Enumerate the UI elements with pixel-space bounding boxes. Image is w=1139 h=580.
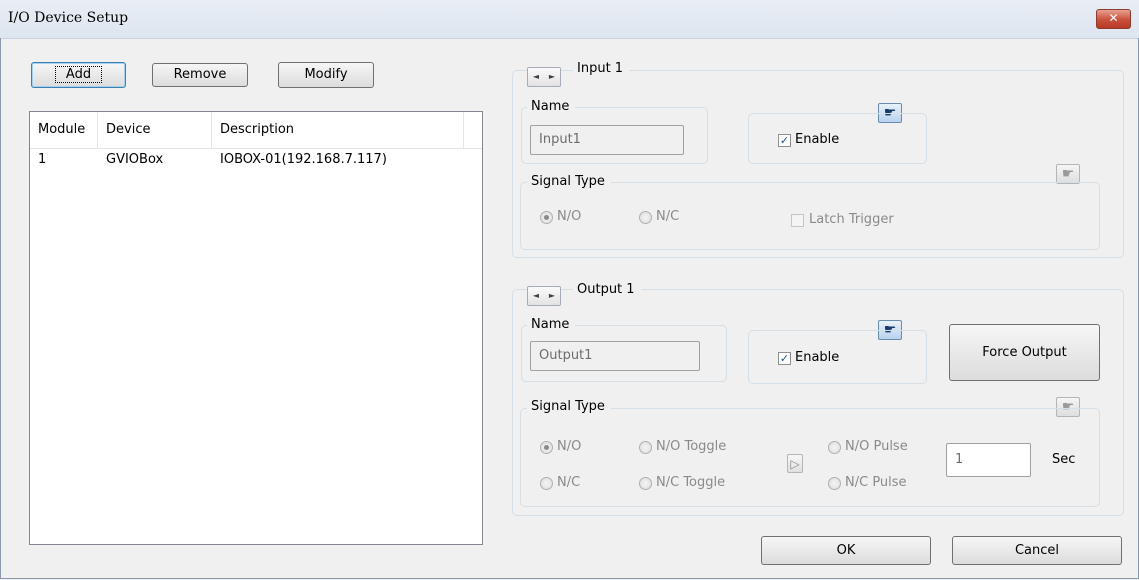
- input-no-radio[interactable]: [540, 211, 553, 224]
- output-no-radio[interactable]: [540, 441, 553, 454]
- output-no-label: N/O: [557, 439, 582, 454]
- title-bar: [0, 0, 1139, 39]
- no-toggle-label: N/O Toggle: [656, 439, 727, 454]
- input-signal-type-label: Signal Type: [527, 174, 611, 189]
- nc-pulse-label: N/C Pulse: [845, 475, 907, 490]
- output-name-field[interactable]: Output1: [530, 341, 700, 371]
- input-header: Input 1: [573, 61, 630, 76]
- output-nc-label: N/C: [557, 475, 581, 490]
- input-enable-checkbox[interactable]: ✓: [778, 134, 791, 147]
- pulse-duration-input[interactable]: 1: [946, 443, 1031, 477]
- add-button[interactable]: Add: [31, 62, 126, 88]
- latch-trigger-checkbox[interactable]: [791, 214, 804, 227]
- input-enable-label: Enable: [795, 132, 840, 147]
- prev-input-icon[interactable]: ◄: [528, 70, 544, 84]
- output-signal-type-label: Signal Type: [527, 399, 611, 414]
- next-output-icon[interactable]: ►: [544, 289, 560, 303]
- column-header-device[interactable]: Device: [98, 112, 212, 148]
- next-input-icon[interactable]: ►: [544, 70, 560, 84]
- ok-button[interactable]: OK: [761, 536, 931, 565]
- close-icon: ✕: [1108, 11, 1119, 25]
- remove-button[interactable]: Remove: [152, 63, 248, 87]
- table-row[interactable]: 1 GVIOBox IOBOX-01(192.168.7.117): [30, 150, 482, 170]
- cell-module: 1: [38, 152, 47, 167]
- output-enable-checkbox[interactable]: ✓: [778, 352, 791, 365]
- input-name-label: Name: [527, 99, 576, 114]
- device-list[interactable]: Module Device Description 1 GVIOBox IOBO…: [29, 111, 483, 545]
- input-nc-label: N/C: [656, 209, 680, 224]
- output-nc-radio[interactable]: [540, 477, 553, 490]
- cell-description: IOBOX-01(192.168.7.117): [220, 152, 387, 167]
- column-header-description[interactable]: Description: [212, 112, 464, 148]
- output-enable-label: Enable: [795, 350, 840, 365]
- input-signal-hand-icon[interactable]: ☛: [1056, 164, 1080, 184]
- force-output-button[interactable]: Force Output: [949, 324, 1100, 381]
- nc-toggle-label: N/C Toggle: [656, 475, 726, 490]
- cancel-button[interactable]: Cancel: [952, 536, 1122, 565]
- no-pulse-label: N/O Pulse: [845, 439, 908, 454]
- window-title: I/O Device Setup: [8, 10, 129, 26]
- play-icon[interactable]: ▷: [787, 454, 803, 473]
- nc-toggle-radio[interactable]: [639, 477, 652, 490]
- device-list-header: Module Device Description: [30, 112, 482, 149]
- output-nav: ◄ ►: [527, 286, 561, 306]
- add-button-label: Add: [54, 66, 103, 83]
- column-header-module[interactable]: Module: [30, 112, 98, 148]
- no-toggle-radio[interactable]: [639, 441, 652, 454]
- pulse-unit-label: Sec: [1052, 452, 1076, 467]
- output-name-label: Name: [527, 317, 576, 332]
- input-nc-radio[interactable]: [639, 211, 652, 224]
- cell-device: GVIOBox: [106, 152, 164, 167]
- modify-button[interactable]: Modify: [278, 62, 374, 88]
- no-pulse-radio[interactable]: [828, 441, 841, 454]
- latch-trigger-label: Latch Trigger: [809, 212, 894, 227]
- input-no-label: N/O: [557, 209, 582, 224]
- close-button[interactable]: ✕: [1096, 9, 1131, 29]
- output-header: Output 1: [573, 282, 641, 297]
- nc-pulse-radio[interactable]: [828, 477, 841, 490]
- prev-output-icon[interactable]: ◄: [528, 289, 544, 303]
- input-nav: ◄ ►: [527, 67, 561, 87]
- input-name-field[interactable]: Input1: [530, 125, 684, 155]
